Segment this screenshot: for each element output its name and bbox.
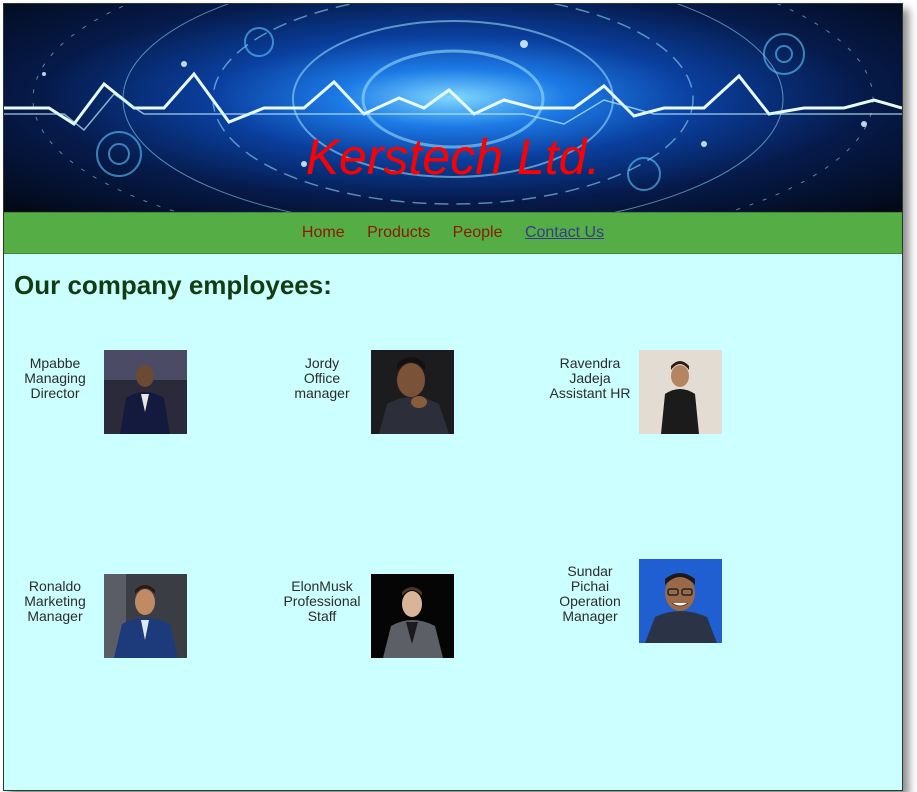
nav-home-link[interactable]: Home: [302, 224, 345, 241]
employee-caption: ElonMusk Professional Staff: [282, 579, 362, 624]
employee-name: Sundar: [567, 563, 613, 579]
employee-role: Operation: [559, 593, 621, 609]
site-title: Kerstech Ltd.: [305, 129, 601, 185]
employee-photo: [639, 350, 722, 434]
employee-caption: Ronaldo Marketing Manager: [15, 579, 95, 624]
nav-contact-us-link[interactable]: Contact Us: [525, 224, 604, 241]
employee-role: manager: [294, 385, 350, 401]
employee-name: Mpabbe: [29, 355, 81, 371]
employee-photo: [104, 574, 187, 658]
employee-role: Assistant HR: [549, 385, 631, 401]
main-nav: Home Products People Contact Us: [4, 212, 902, 254]
nav-people-link[interactable]: People: [453, 224, 503, 241]
employee-role: Manager: [562, 608, 618, 624]
employee-name: ElonMusk: [291, 578, 353, 594]
page-heading: Our company employees:: [14, 270, 332, 300]
page-frame: Kerstech Ltd. Home Products People Conta…: [3, 3, 903, 791]
employee-caption: Mpabbe Managing Director: [15, 356, 95, 401]
employee-photo: [371, 574, 454, 658]
employee-name: Jordy: [304, 355, 340, 371]
employee-caption: Sundar Pichai Operation Manager: [549, 564, 631, 624]
employee-role: Marketing: [24, 593, 86, 609]
employee-photo: [639, 559, 722, 643]
employee-role: Manager: [27, 608, 83, 624]
employee-role: Director: [30, 385, 80, 401]
employee-name: Ravendra: [559, 355, 621, 371]
employee-role: Managing: [24, 370, 86, 386]
employee-role: Office: [303, 370, 341, 386]
employee-name: Ronaldo: [28, 578, 82, 594]
employee-photo: [104, 350, 187, 434]
employee-role: Pichai: [570, 578, 610, 594]
employee-caption: Jordy Office manager: [282, 356, 362, 401]
employee-role: Professional: [283, 593, 361, 609]
employee-caption: Ravendra Jadeja Assistant HR: [549, 356, 631, 401]
employee-photo: [371, 350, 454, 434]
employee-role: Jadeja: [569, 370, 611, 386]
header-banner: Kerstech Ltd.: [4, 4, 902, 212]
nav-products-link[interactable]: Products: [367, 224, 430, 241]
employee-role: Staff: [307, 608, 337, 624]
